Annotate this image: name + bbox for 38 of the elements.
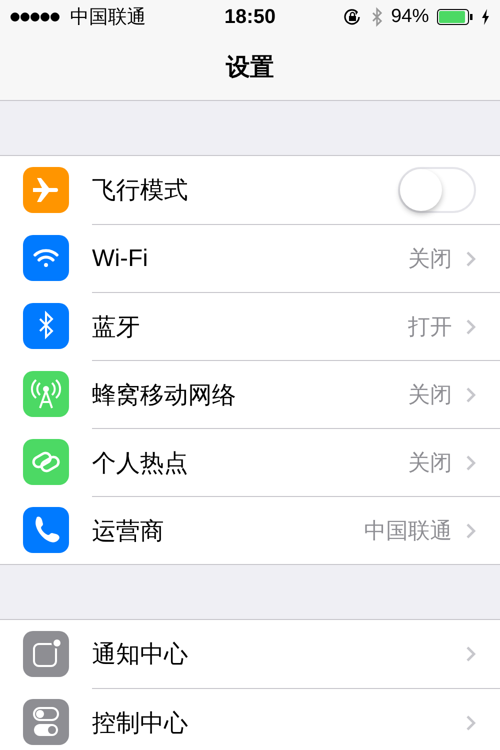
settings-row[interactable]: 蜂窝移动网络 关闭	[0, 360, 500, 428]
charging-icon	[481, 9, 490, 25]
chevron-icon	[466, 646, 476, 662]
screen-title: 设置	[226, 53, 274, 83]
row-label: 个人热点	[92, 448, 189, 478]
row-label: Wi-Fi	[92, 244, 149, 272]
battery-percent: 94%	[390, 6, 429, 28]
row-value: 中国联通	[364, 516, 452, 544]
settings-row[interactable]: 控制中心	[0, 688, 500, 750]
chevron-icon	[466, 454, 476, 470]
settings-row[interactable]: 个人热点 关闭	[0, 428, 500, 496]
row-label: 蜂窝移动网络	[92, 380, 237, 410]
battery-icon	[437, 9, 473, 25]
row-value: 关闭	[408, 244, 452, 272]
bluetooth-icon	[370, 7, 383, 27]
settings-row[interactable]: 飞行模式	[0, 156, 500, 224]
chevron-icon	[466, 714, 476, 730]
chevron-icon	[466, 386, 476, 402]
row-label: 控制中心	[92, 708, 189, 738]
row-label: 通知中心	[92, 640, 189, 670]
chevron-icon	[466, 318, 476, 334]
rotation-lock-icon	[342, 8, 363, 26]
row-label: 运营商	[92, 516, 165, 546]
signal-icon	[10, 11, 62, 23]
settings-row[interactable]: Wi-Fi 关闭	[0, 224, 500, 292]
settings-row[interactable]: 通知中心	[0, 620, 500, 688]
row-label: 蓝牙	[92, 312, 141, 342]
chevron-icon	[466, 250, 476, 266]
row-label: 飞行模式	[92, 176, 189, 206]
carrier-name: 中国联通	[70, 6, 146, 30]
chevron-icon	[466, 522, 476, 538]
row-value: 打开	[408, 312, 452, 340]
row-value: 关闭	[408, 380, 452, 408]
row-value: 关闭	[408, 448, 452, 476]
settings-row[interactable]: 运营商 中国联通	[0, 496, 500, 564]
toggle-switch[interactable]	[398, 167, 476, 213]
settings-row[interactable]: 蓝牙 打开	[0, 292, 500, 360]
status-time: 18:50	[224, 6, 276, 28]
